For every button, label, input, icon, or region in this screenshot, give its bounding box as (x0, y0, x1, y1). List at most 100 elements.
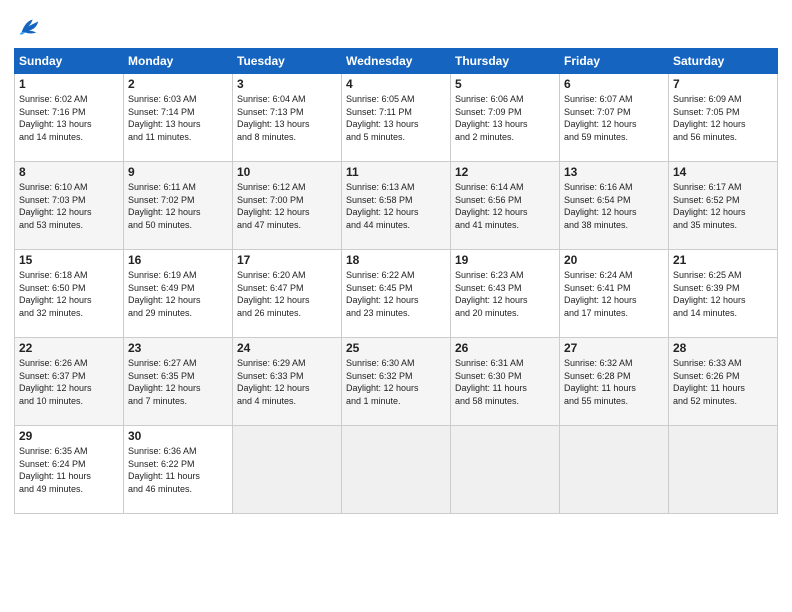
day-info: Sunrise: 6:36 AM Sunset: 6:22 PM Dayligh… (128, 445, 228, 495)
day-number: 18 (346, 253, 446, 267)
calendar-cell: 26Sunrise: 6:31 AM Sunset: 6:30 PM Dayli… (451, 338, 560, 426)
calendar-cell: 9 Sunrise: 6:11 AM Sunset: 7:02 PM Daylig… (124, 162, 233, 250)
day-info: Sunrise: 6:27 AM Sunset: 6:35 PM Dayligh… (128, 357, 228, 407)
calendar-cell: 20 Sunrise: 6:24 AM Sunset: 6:41 PM Dayli… (560, 250, 669, 338)
day-number: 4 (346, 77, 446, 91)
calendar-cell: 30 Sunrise: 6:36 AM Sunset: 6:22 PM Dayli… (124, 426, 233, 514)
day-info: Sunrise: 6:12 AM Sunset: 7:00 PM Dayligh… (237, 181, 337, 231)
calendar-week-row: 15Sunrise: 6:18 AM Sunset: 6:50 PM Dayli… (15, 250, 778, 338)
logo (14, 12, 46, 40)
day-info: Sunrise: 6:30 AM Sunset: 6:32 PM Dayligh… (346, 357, 446, 407)
day-number: 1 (19, 77, 119, 91)
calendar-cell: 27 Sunrise: 6:32 AM Sunset: 6:28 PM Dayli… (560, 338, 669, 426)
day-info: Sunrise: 6:16 AM Sunset: 6:54 PM Dayligh… (564, 181, 664, 231)
day-info: Sunrise: 6:14 AM Sunset: 6:56 PM Dayligh… (455, 181, 555, 231)
calendar-cell: 22 Sunrise: 6:26 AM Sunset: 6:37 PM Dayli… (15, 338, 124, 426)
calendar-cell (560, 426, 669, 514)
day-number: 19 (455, 253, 555, 267)
weekday-header-thursday: Thursday (451, 49, 560, 74)
day-number: 11 (346, 165, 446, 179)
day-number: 29 (19, 429, 119, 443)
header (14, 12, 778, 40)
day-info: Sunrise: 6:26 AM Sunset: 6:37 PM Dayligh… (19, 357, 119, 407)
day-info: Sunrise: 6:18 AM Sunset: 6:50 PM Dayligh… (19, 269, 119, 319)
calendar-cell: 4 Sunrise: 6:05 AM Sunset: 7:11 PM Daylig… (342, 74, 451, 162)
day-info: Sunrise: 6:25 AM Sunset: 6:39 PM Dayligh… (673, 269, 773, 319)
day-info: Sunrise: 6:05 AM Sunset: 7:11 PM Dayligh… (346, 93, 446, 143)
day-info: Sunrise: 6:07 AM Sunset: 7:07 PM Dayligh… (564, 93, 664, 143)
calendar-cell: 13 Sunrise: 6:16 AM Sunset: 6:54 PM Dayli… (560, 162, 669, 250)
calendar-cell: 5 Sunrise: 6:06 AM Sunset: 7:09 PM Daylig… (451, 74, 560, 162)
calendar-cell (669, 426, 778, 514)
calendar-cell: 12 Sunrise: 6:14 AM Sunset: 6:56 PM Dayli… (451, 162, 560, 250)
day-number: 12 (455, 165, 555, 179)
day-info: Sunrise: 6:09 AM Sunset: 7:05 PM Dayligh… (673, 93, 773, 143)
logo-icon (14, 12, 42, 40)
calendar-cell: 3 Sunrise: 6:04 AM Sunset: 7:13 PM Daylig… (233, 74, 342, 162)
day-number: 16 (128, 253, 228, 267)
day-info: Sunrise: 6:10 AM Sunset: 7:03 PM Dayligh… (19, 181, 119, 231)
calendar-cell: 23 Sunrise: 6:27 AM Sunset: 6:35 PM Dayli… (124, 338, 233, 426)
day-number: 13 (564, 165, 664, 179)
calendar-cell: 19 Sunrise: 6:23 AM Sunset: 6:43 PM Dayli… (451, 250, 560, 338)
calendar-week-row: 1Sunrise: 6:02 AM Sunset: 7:16 PM Daylig… (15, 74, 778, 162)
day-number: 10 (237, 165, 337, 179)
calendar-cell: 24 Sunrise: 6:29 AM Sunset: 6:33 PM Dayli… (233, 338, 342, 426)
weekday-header-tuesday: Tuesday (233, 49, 342, 74)
calendar-week-row: 22 Sunrise: 6:26 AM Sunset: 6:37 PM Dayli… (15, 338, 778, 426)
day-number: 17 (237, 253, 337, 267)
day-number: 28 (673, 341, 773, 355)
day-info: Sunrise: 6:32 AM Sunset: 6:28 PM Dayligh… (564, 357, 664, 407)
day-number: 22 (19, 341, 119, 355)
calendar-week-row: 8 Sunrise: 6:10 AM Sunset: 7:03 PM Daylig… (15, 162, 778, 250)
calendar-cell: 29 Sunrise: 6:35 AM Sunset: 6:24 PM Dayli… (15, 426, 124, 514)
weekday-header-wednesday: Wednesday (342, 49, 451, 74)
day-number: 9 (128, 165, 228, 179)
calendar-cell (342, 426, 451, 514)
day-number: 21 (673, 253, 773, 267)
calendar-cell: 14 Sunrise: 6:17 AM Sunset: 6:52 PM Dayli… (669, 162, 778, 250)
calendar-cell: 11 Sunrise: 6:13 AM Sunset: 6:58 PM Dayli… (342, 162, 451, 250)
day-number: 3 (237, 77, 337, 91)
day-info: Sunrise: 6:19 AM Sunset: 6:49 PM Dayligh… (128, 269, 228, 319)
weekday-header-sunday: Sunday (15, 49, 124, 74)
day-info: Sunrise: 6:31 AM Sunset: 6:30 PM Dayligh… (455, 357, 555, 407)
day-info: Sunrise: 6:03 AM Sunset: 7:14 PM Dayligh… (128, 93, 228, 143)
calendar-cell: 2 Sunrise: 6:03 AM Sunset: 7:14 PM Daylig… (124, 74, 233, 162)
day-number: 2 (128, 77, 228, 91)
day-number: 14 (673, 165, 773, 179)
calendar-cell: 17 Sunrise: 6:20 AM Sunset: 6:47 PM Dayli… (233, 250, 342, 338)
day-info: Sunrise: 6:23 AM Sunset: 6:43 PM Dayligh… (455, 269, 555, 319)
calendar-cell: 1Sunrise: 6:02 AM Sunset: 7:16 PM Daylig… (15, 74, 124, 162)
day-number: 27 (564, 341, 664, 355)
calendar-cell: 7 Sunrise: 6:09 AM Sunset: 7:05 PM Daylig… (669, 74, 778, 162)
day-info: Sunrise: 6:29 AM Sunset: 6:33 PM Dayligh… (237, 357, 337, 407)
calendar-cell: 18 Sunrise: 6:22 AM Sunset: 6:45 PM Dayli… (342, 250, 451, 338)
day-info: Sunrise: 6:20 AM Sunset: 6:47 PM Dayligh… (237, 269, 337, 319)
day-info: Sunrise: 6:17 AM Sunset: 6:52 PM Dayligh… (673, 181, 773, 231)
day-info: Sunrise: 6:13 AM Sunset: 6:58 PM Dayligh… (346, 181, 446, 231)
page: SundayMondayTuesdayWednesdayThursdayFrid… (0, 0, 792, 612)
day-number: 5 (455, 77, 555, 91)
day-number: 25 (346, 341, 446, 355)
weekday-header-friday: Friday (560, 49, 669, 74)
calendar-cell: 21 Sunrise: 6:25 AM Sunset: 6:39 PM Dayli… (669, 250, 778, 338)
calendar-cell: 6 Sunrise: 6:07 AM Sunset: 7:07 PM Daylig… (560, 74, 669, 162)
calendar-cell (451, 426, 560, 514)
day-number: 7 (673, 77, 773, 91)
day-number: 23 (128, 341, 228, 355)
day-number: 6 (564, 77, 664, 91)
day-number: 24 (237, 341, 337, 355)
day-info: Sunrise: 6:06 AM Sunset: 7:09 PM Dayligh… (455, 93, 555, 143)
calendar-cell: 28Sunrise: 6:33 AM Sunset: 6:26 PM Dayli… (669, 338, 778, 426)
calendar-cell (233, 426, 342, 514)
day-number: 8 (19, 165, 119, 179)
day-info: Sunrise: 6:04 AM Sunset: 7:13 PM Dayligh… (237, 93, 337, 143)
day-info: Sunrise: 6:22 AM Sunset: 6:45 PM Dayligh… (346, 269, 446, 319)
day-info: Sunrise: 6:11 AM Sunset: 7:02 PM Dayligh… (128, 181, 228, 231)
day-number: 30 (128, 429, 228, 443)
day-number: 20 (564, 253, 664, 267)
day-info: Sunrise: 6:24 AM Sunset: 6:41 PM Dayligh… (564, 269, 664, 319)
day-info: Sunrise: 6:35 AM Sunset: 6:24 PM Dayligh… (19, 445, 119, 495)
weekday-header-row: SundayMondayTuesdayWednesdayThursdayFrid… (15, 49, 778, 74)
